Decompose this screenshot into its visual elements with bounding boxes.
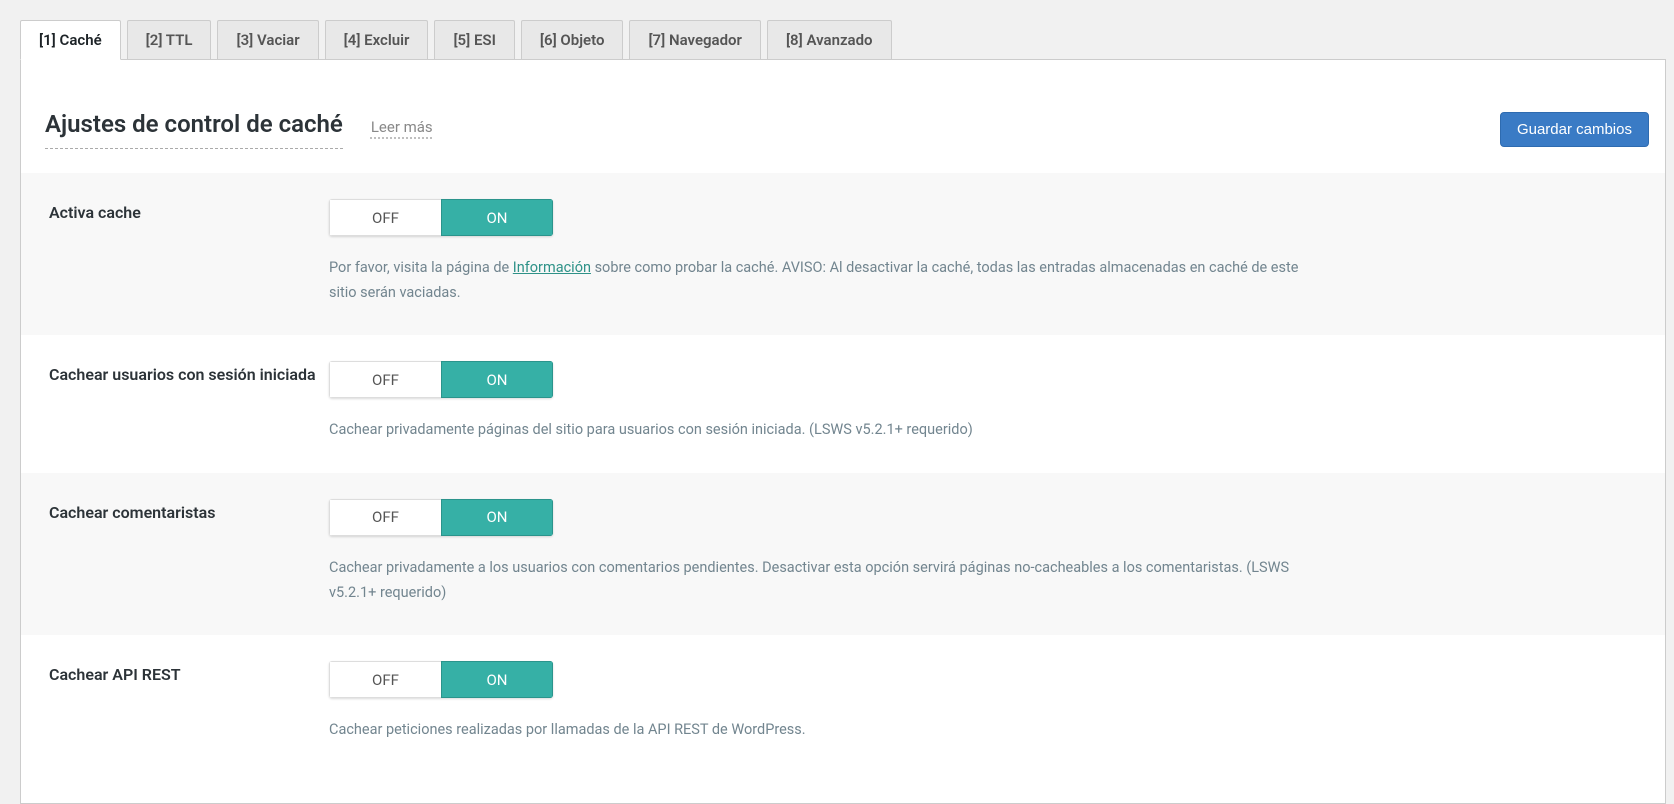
setting-cache-rest-api: Cachear API REST OFF ON Cachear peticion… [21, 635, 1665, 773]
content-panel: Ajustes de control de caché Leer más Gua… [20, 59, 1666, 804]
info-link[interactable]: Información [513, 259, 591, 276]
save-button[interactable]: Guardar cambios [1500, 112, 1649, 147]
setting-label: Activa cache [49, 199, 329, 305]
setting-body: OFF ON Cachear privadamente páginas del … [329, 361, 1329, 443]
learn-more-link[interactable]: Leer más [371, 118, 433, 136]
setting-desc: Cachear privadamente páginas del sitio p… [329, 418, 1329, 443]
page-title: Ajustes de control de caché [45, 110, 343, 149]
toggle-off[interactable]: OFF [329, 661, 441, 698]
setting-body: OFF ON Cachear peticiones realizadas por… [329, 661, 1329, 743]
toggle-off[interactable]: OFF [329, 361, 441, 398]
tab-cache[interactable]: [1] Caché [20, 20, 121, 60]
tab-exclude[interactable]: [4] Excluir [325, 20, 429, 60]
setting-enable-cache: Activa cache OFF ON Por favor, visita la… [21, 173, 1665, 335]
tab-esi[interactable]: [5] ESI [434, 20, 514, 60]
setting-cache-commenters: Cachear comentaristas OFF ON Cachear pri… [21, 473, 1665, 635]
tab-advanced[interactable]: [8] Avanzado [767, 20, 892, 60]
tab-browser[interactable]: [7] Navegador [629, 20, 761, 60]
setting-body: OFF ON Cachear privadamente a los usuari… [329, 499, 1329, 605]
setting-body: OFF ON Por favor, visita la página de In… [329, 199, 1329, 305]
heading-left: Ajustes de control de caché Leer más [45, 110, 433, 149]
setting-cache-logged-in: Cachear usuarios con sesión iniciada OFF… [21, 335, 1665, 473]
setting-desc: Cachear privadamente a los usuarios con … [329, 556, 1329, 605]
toggle-cache-logged-in: OFF ON [329, 361, 553, 398]
tab-ttl[interactable]: [2] TTL [127, 20, 212, 60]
setting-desc: Cachear peticiones realizadas por llamad… [329, 718, 1329, 743]
tab-object[interactable]: [6] Objeto [521, 20, 624, 60]
setting-label: Cachear usuarios con sesión iniciada [49, 361, 329, 443]
toggle-enable-cache: OFF ON [329, 199, 553, 236]
tab-bar: [1] Caché [2] TTL [3] Vaciar [4] Excluir… [0, 0, 1674, 60]
toggle-off[interactable]: OFF [329, 499, 441, 536]
toggle-cache-rest-api: OFF ON [329, 661, 553, 698]
toggle-off[interactable]: OFF [329, 199, 441, 236]
toggle-on[interactable]: ON [441, 499, 553, 536]
toggle-on[interactable]: ON [441, 361, 553, 398]
toggle-on[interactable]: ON [441, 661, 553, 698]
setting-desc: Por favor, visita la página de Informaci… [329, 256, 1329, 305]
settings-container: [1] Caché [2] TTL [3] Vaciar [4] Excluir… [0, 0, 1674, 804]
toggle-cache-commenters: OFF ON [329, 499, 553, 536]
setting-label: Cachear comentaristas [49, 499, 329, 605]
tab-purge[interactable]: [3] Vaciar [217, 20, 318, 60]
desc-text-prefix: Por favor, visita la página de [329, 259, 513, 276]
toggle-on[interactable]: ON [441, 199, 553, 236]
heading-row: Ajustes de control de caché Leer más Gua… [21, 60, 1665, 173]
setting-label: Cachear API REST [49, 661, 329, 743]
